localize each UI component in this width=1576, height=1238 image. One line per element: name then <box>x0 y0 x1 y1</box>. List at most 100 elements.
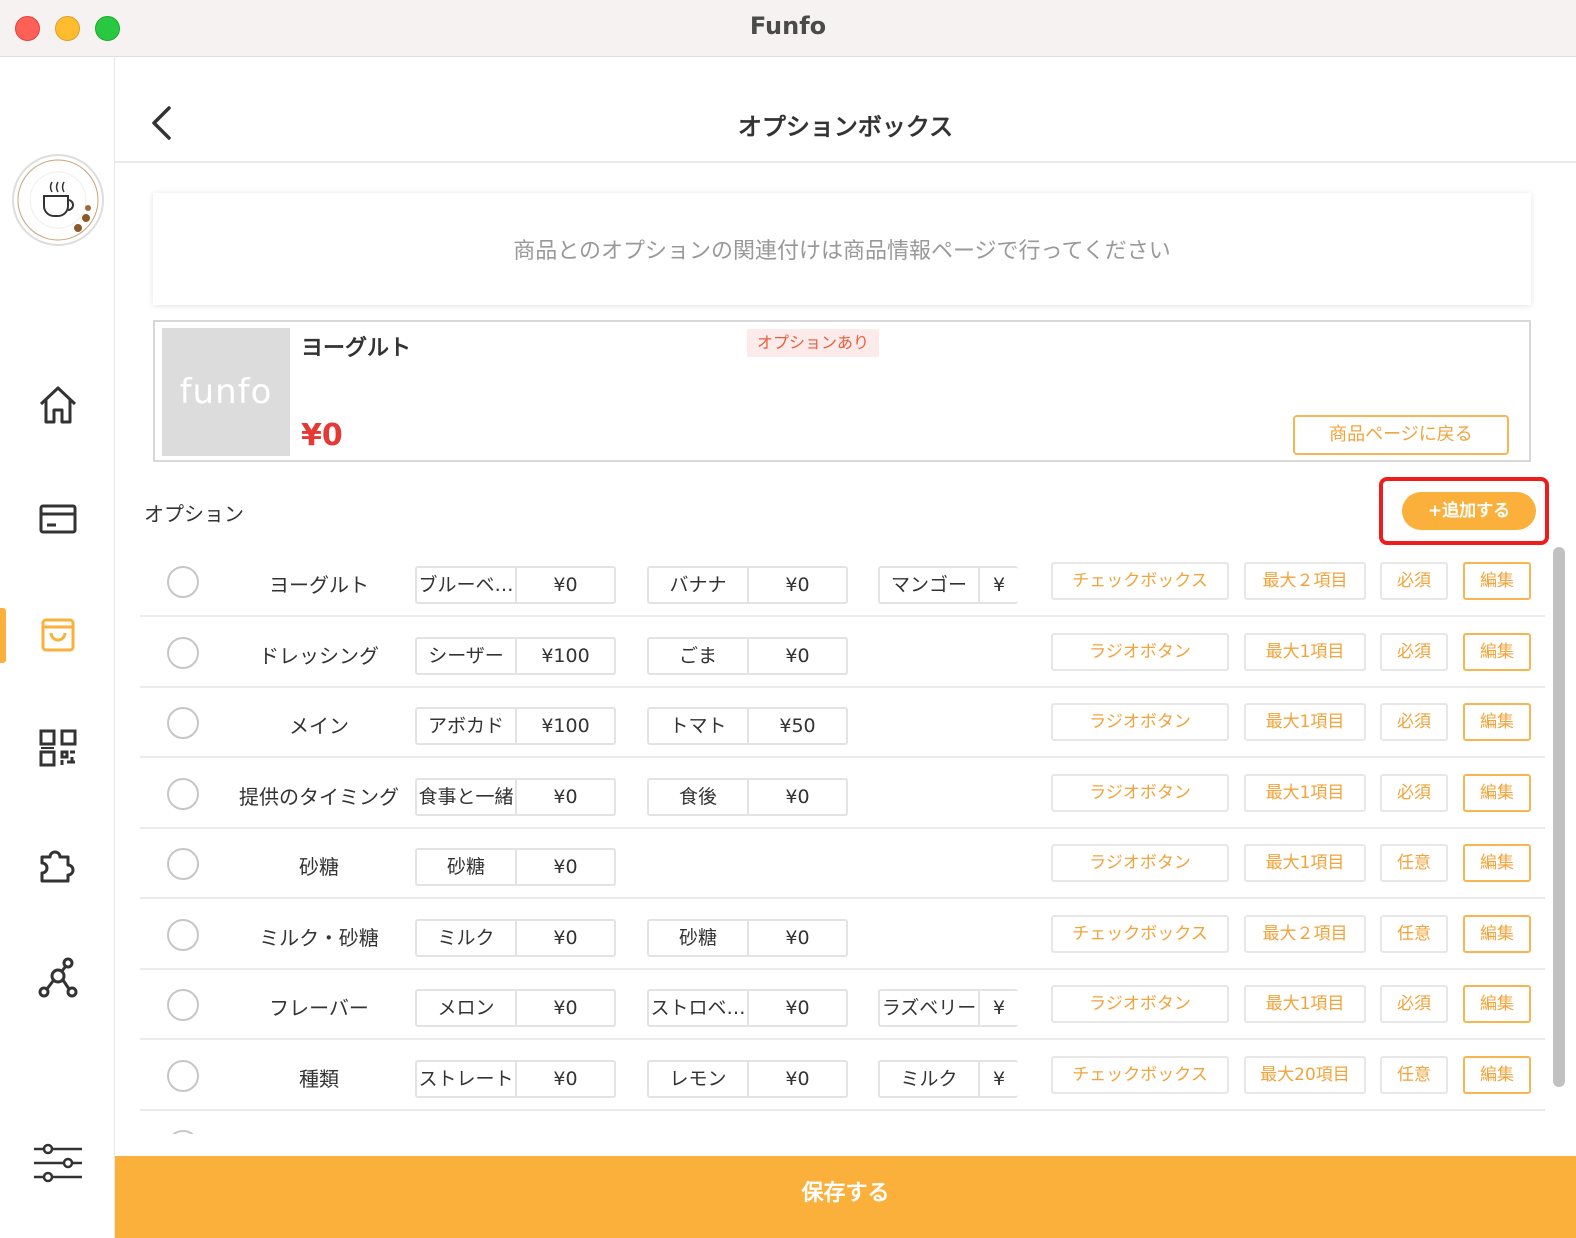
status-badge: オプションあり <box>747 329 880 357</box>
selection-type-tag: ラジオボタン <box>1051 774 1229 812</box>
row-select-radio[interactable] <box>167 1130 199 1134</box>
option-item-price: ¥0 <box>785 786 810 808</box>
option-item-price: ¥0 <box>553 927 578 949</box>
selection-type-tag: ラジオボタン <box>1051 703 1229 741</box>
table-row: 砂糖 砂糖 ¥0 ラジオボタン 最大1項目 任意 編集 <box>140 829 1545 899</box>
option-name: フレーバー <box>269 996 369 1020</box>
option-item-price: ¥100 <box>541 645 590 667</box>
selection-type-tag: ラジオボタン <box>1051 633 1229 671</box>
page-header: オプションボックス <box>115 57 1576 163</box>
option-name: 砂糖 <box>299 855 339 879</box>
max-items-tag: 最大1項目 <box>1244 774 1366 812</box>
product-price: ¥0 <box>301 418 343 453</box>
sidebar <box>0 57 115 1238</box>
selection-type-tag: チェックボックス <box>1051 1056 1229 1094</box>
table-row: フレーバー メロン ¥0 ストロベ… ¥0 ラズベリー ¥ ラジオボタン 最大1項目 必須 編集 <box>140 970 1545 1040</box>
back-to-product-button[interactable]: 商品ページに戻る <box>1293 415 1509 455</box>
active-nav-indicator <box>0 608 6 663</box>
save-button[interactable]: 保存する <box>115 1156 1576 1238</box>
option-item-name: レモン <box>649 1062 749 1096</box>
option-item-chip: シーザー ¥100 <box>415 637 616 675</box>
option-name: ヨーグルト <box>269 573 369 597</box>
option-item-chip: ストロベ… ¥0 <box>647 989 848 1027</box>
required-tag: 必須 <box>1380 562 1448 600</box>
app-window: Funfo オプションボックス 商品とのオプションの関連付けは商品情報ページで行… <box>0 0 1576 1238</box>
option-item-price: ¥0 <box>553 856 578 878</box>
card-icon[interactable] <box>32 493 84 545</box>
option-item-name: アボカド <box>417 709 517 743</box>
row-select-radio[interactable] <box>167 778 199 810</box>
table-row: 種類 ストレート ¥0 レモン ¥0 ミルク ¥ チェックボックス 最大20項目 任意 編集 <box>140 1041 1545 1111</box>
option-item-name: 砂糖 <box>417 850 517 884</box>
option-item-name: ストレート <box>417 1062 517 1096</box>
row-select-radio[interactable] <box>167 1060 199 1092</box>
scrollbar[interactable] <box>1553 547 1565 1087</box>
row-select-radio[interactable] <box>167 919 199 951</box>
row-select-radio[interactable] <box>167 707 199 739</box>
max-items-tag: 最大1項目 <box>1244 633 1366 671</box>
edit-button[interactable]: 編集 <box>1463 844 1531 882</box>
option-item-price: ¥0 <box>785 574 810 596</box>
option-name: ミルク・砂糖 <box>259 926 379 950</box>
row-select-radio[interactable] <box>167 566 199 598</box>
puzzle-icon[interactable] <box>32 837 84 889</box>
option-item-price: ¥ <box>992 997 1006 1019</box>
option-name: メイン <box>289 714 349 738</box>
edit-button[interactable]: 編集 <box>1463 985 1531 1023</box>
sliders-icon[interactable] <box>32 1137 84 1189</box>
option-item-name: 食後 <box>649 780 749 814</box>
option-item-name: ラズベリー <box>880 991 980 1025</box>
required-tag: 必須 <box>1380 633 1448 671</box>
row-select-radio[interactable] <box>167 989 199 1021</box>
option-item-price: ¥ <box>992 574 1006 596</box>
selection-type-tag: ラジオボタン <box>1051 985 1229 1023</box>
main-content: オプションボックス 商品とのオプションの関連付けは商品情報ページで行ってください… <box>115 57 1576 1238</box>
qr-code-icon[interactable] <box>32 722 84 774</box>
edit-button[interactable]: 編集 <box>1463 1056 1531 1094</box>
product-card: funfo ヨーグルト オプションあり ¥0 商品ページに戻る <box>153 320 1531 462</box>
edit-button[interactable]: 編集 <box>1463 562 1531 600</box>
option-item-name: ごま <box>649 639 749 673</box>
edit-button[interactable]: 編集 <box>1463 633 1531 671</box>
option-item-name: バナナ <box>649 568 749 602</box>
edit-button[interactable]: 編集 <box>1463 703 1531 741</box>
notice-banner: 商品とのオプションの関連付けは商品情報ページで行ってください <box>153 193 1531 305</box>
required-tag: 必須 <box>1380 985 1448 1023</box>
option-item-price: ¥0 <box>785 645 810 667</box>
option-item-price: ¥0 <box>785 997 810 1019</box>
required-tag: 必須 <box>1380 774 1448 812</box>
home-icon[interactable] <box>32 379 84 431</box>
selection-type-tag: ラジオボタン <box>1051 844 1229 882</box>
option-item-name: 砂糖 <box>649 921 749 955</box>
edit-button[interactable]: 編集 <box>1463 915 1531 953</box>
product-name: ヨーグルト <box>301 336 412 361</box>
option-item-chip: メロン ¥0 <box>415 989 616 1027</box>
row-select-radio[interactable] <box>167 637 199 669</box>
option-item-chip: ごま ¥0 <box>647 637 848 675</box>
option-name: 種類 <box>299 1067 339 1091</box>
add-option-button[interactable]: +追加する <box>1402 492 1536 530</box>
row-select-radio[interactable] <box>167 848 199 880</box>
option-item-chip: マンゴー ¥ <box>878 566 1018 604</box>
option-name: 提供のタイミング <box>239 785 399 809</box>
required-tag: 任意 <box>1380 915 1448 953</box>
option-item-chip: 砂糖 ¥0 <box>647 919 848 957</box>
option-item-name: メロン <box>417 991 517 1025</box>
option-item-chip: ブルーベ… ¥0 <box>415 566 616 604</box>
shopping-bag-icon[interactable] <box>32 608 84 660</box>
max-items-tag: 最大1項目 <box>1244 985 1366 1023</box>
title-bar: Funfo <box>0 0 1576 57</box>
option-item-price: ¥50 <box>779 715 816 737</box>
product-thumbnail: funfo <box>162 328 290 456</box>
max-items-tag: 最大２項目 <box>1244 562 1366 600</box>
edit-button[interactable]: 編集 <box>1463 774 1531 812</box>
option-item-chip: 砂糖 ¥0 <box>415 848 616 886</box>
option-item-name: ミルク <box>417 921 517 955</box>
share-network-icon[interactable] <box>32 952 84 1004</box>
option-item-price: ¥100 <box>541 715 590 737</box>
option-item-price: ¥0 <box>553 574 578 596</box>
option-item-chip: バナナ ¥0 <box>647 566 848 604</box>
max-items-tag: 最大1項目 <box>1244 703 1366 741</box>
option-item-chip: ストレート ¥0 <box>415 1060 616 1098</box>
option-item-chip: アボカド ¥100 <box>415 707 616 745</box>
